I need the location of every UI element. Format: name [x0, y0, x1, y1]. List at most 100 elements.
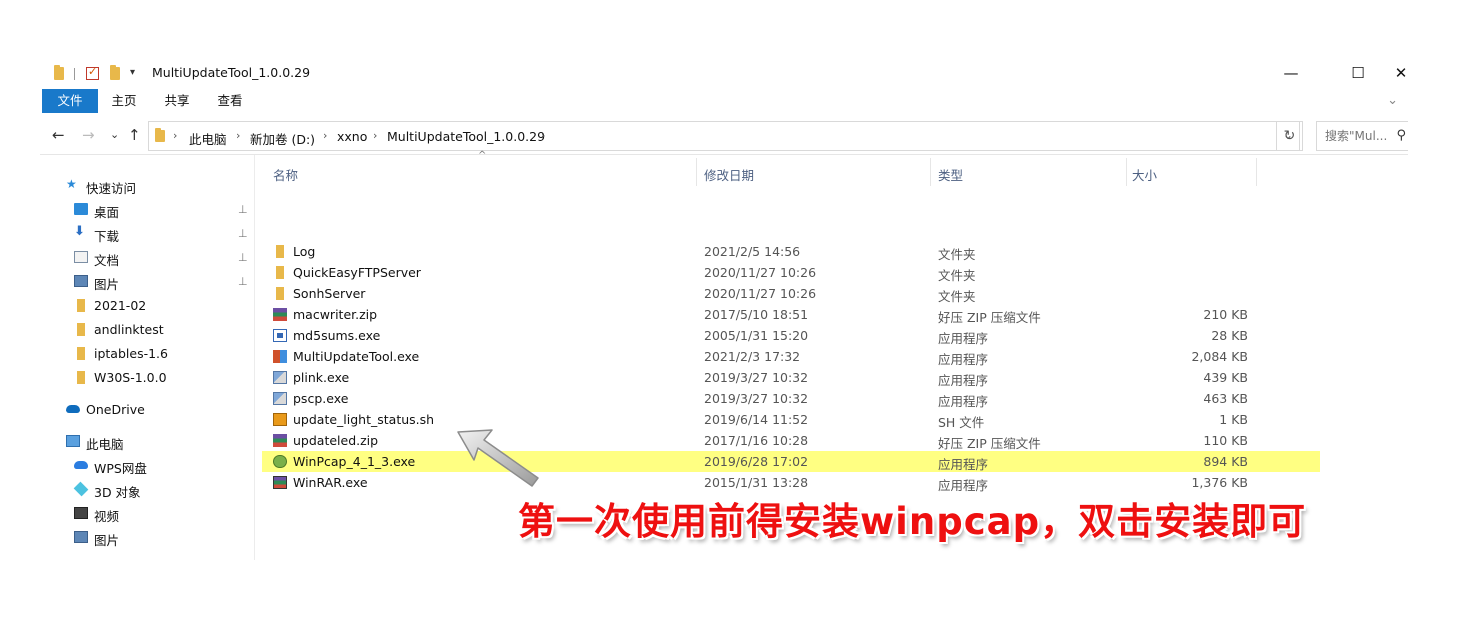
column-header-name[interactable]: 名称	[273, 165, 298, 184]
column-divider[interactable]	[1256, 158, 1257, 186]
pin-icon[interactable]: ⊥	[238, 227, 248, 240]
breadcrumb-separator[interactable]: ›	[173, 129, 177, 142]
3d-objects-icon	[73, 481, 89, 497]
file-row-plink-exe[interactable]: plink.exe 2019/3/27 10:32 应用程序 439 KB	[262, 367, 1320, 388]
desktop-icon	[74, 203, 88, 215]
breadcrumb-separator[interactable]: ›	[236, 129, 240, 142]
file-size: 28 KB	[1211, 328, 1248, 343]
search-input[interactable]	[1317, 122, 1397, 150]
file-row-winrar-exe[interactable]: WinRAR.exe 2015/1/31 13:28 应用程序 1,376 KB	[262, 472, 1320, 493]
application-icon	[273, 350, 287, 363]
breadcrumb-separator[interactable]: ›	[373, 129, 377, 142]
file-name: plink.exe	[293, 370, 350, 385]
title-bar: ▾ MultiUpdateTool_1.0.0.29 — ☐ ✕	[40, 58, 1408, 88]
file-type: 应用程序	[938, 373, 989, 388]
computer-icon	[66, 435, 80, 447]
breadcrumb-separator[interactable]: ›	[541, 129, 545, 142]
nav-label: 视频	[94, 509, 120, 524]
winpcap-icon	[273, 455, 287, 468]
file-date: 2020/11/27 10:26	[704, 265, 817, 280]
file-row-winpcap-exe[interactable]: WinPcap_4_1_3.exe 2019/6/28 17:02 应用程序 8…	[262, 451, 1320, 472]
tab-share[interactable]: 共享	[157, 89, 197, 113]
file-row-sonhserver[interactable]: SonhServer 2020/11/27 10:26 文件夹	[262, 283, 1320, 304]
refresh-button[interactable]: ↻	[1276, 121, 1303, 151]
tab-view[interactable]: 查看	[210, 89, 250, 113]
back-button[interactable]: ←	[52, 126, 65, 144]
file-type: 文件夹	[938, 268, 976, 283]
file-row-log[interactable]: Log 2021/2/5 14:56 文件夹	[262, 241, 1320, 262]
nav-downloads[interactable]: ⬇ 下载 ⊥	[74, 223, 254, 245]
file-row-multiupdatetool-exe[interactable]: MultiUpdateTool.exe 2021/2/3 17:32 应用程序 …	[262, 346, 1320, 367]
star-icon: ★	[66, 177, 77, 191]
folder-icon	[276, 287, 284, 300]
pin-icon[interactable]: ⊥	[238, 275, 248, 288]
picture-icon	[74, 531, 88, 543]
address-bar[interactable]: › 此电脑 › 新加卷 (D:) › xxno › MultiUpdateToo…	[148, 121, 1300, 151]
file-type: SH 文件	[938, 415, 985, 430]
folder-icon	[77, 323, 85, 336]
file-size: 2,084 KB	[1191, 349, 1248, 364]
tab-home[interactable]: 主页	[104, 89, 144, 113]
file-row-md5sums-exe[interactable]: md5sums.exe 2005/1/31 15:20 应用程序 28 KB	[262, 325, 1320, 346]
breadcrumb-current-folder[interactable]: MultiUpdateTool_1.0.0.29	[387, 129, 545, 144]
properties-icon[interactable]	[86, 65, 99, 80]
column-divider[interactable]	[930, 158, 931, 186]
folder-icon	[155, 128, 165, 142]
nav-label: 此电脑	[86, 437, 124, 452]
breadcrumb-xxno[interactable]: xxno	[337, 129, 367, 144]
expand-ribbon-icon[interactable]: ⌄	[1387, 93, 1398, 108]
pin-icon[interactable]: ⊥	[238, 203, 248, 216]
navigation-pane: ★ 快速访问 桌面 ⊥ ⬇ 下载 ⊥ 文档 ⊥ 图片 ⊥ 2021-02 and…	[40, 155, 255, 560]
recent-locations-button[interactable]: ⌄	[110, 128, 119, 141]
search-box[interactable]: ⚲	[1316, 121, 1408, 151]
divider	[74, 68, 75, 80]
file-row-updateled-zip[interactable]: updateled.zip 2017/1/16 10:28 好压 ZIP 压缩文…	[262, 430, 1320, 451]
nav-label: W30S-1.0.0	[94, 370, 167, 385]
file-size: 110 KB	[1203, 433, 1248, 448]
column-header-date[interactable]: 修改日期	[704, 165, 754, 184]
file-row-pscp-exe[interactable]: pscp.exe 2019/3/27 10:32 应用程序 463 KB	[262, 388, 1320, 409]
new-folder-icon[interactable]	[110, 65, 120, 80]
folder-icon	[77, 299, 85, 312]
file-name: WinRAR.exe	[293, 475, 368, 490]
file-type: 文件夹	[938, 247, 976, 262]
file-type: 好压 ZIP 压缩文件	[938, 310, 1041, 325]
column-divider[interactable]	[1126, 158, 1127, 186]
breadcrumb-drive-d[interactable]: 新加卷 (D:)	[250, 129, 315, 148]
minimize-button[interactable]: —	[1268, 58, 1314, 88]
file-date: 2005/1/31 15:20	[704, 328, 809, 343]
maximize-button[interactable]: ☐	[1335, 58, 1381, 88]
file-date: 2021/2/3 17:32	[704, 349, 801, 364]
quick-access-dropdown-icon[interactable]: ▾	[130, 67, 135, 78]
nav-label: 图片	[94, 533, 120, 548]
folder-icon	[77, 347, 85, 360]
file-date: 2017/5/10 18:51	[704, 307, 809, 322]
putty-icon	[273, 371, 287, 384]
file-row-update-light-status-sh[interactable]: update_light_status.sh 2019/6/14 11:52 S…	[262, 409, 1320, 430]
file-row-quickeasyftpserver[interactable]: QuickEasyFTPServer 2020/11/27 10:26 文件夹	[262, 262, 1320, 283]
file-name: pscp.exe	[293, 391, 349, 406]
search-icon[interactable]: ⚲	[1396, 128, 1406, 143]
forward-button[interactable]: →	[82, 126, 95, 144]
folder-icon	[54, 65, 64, 80]
annotation-text: 第一次使用前得安装winpcap，双击安装即可	[518, 500, 1307, 543]
file-row-macwriter-zip[interactable]: macwriter.zip 2017/5/10 18:51 好压 ZIP 压缩文…	[262, 304, 1320, 325]
close-button[interactable]: ✕	[1378, 58, 1408, 88]
picture-icon	[74, 275, 88, 287]
nav-pictures[interactable]: 图片 ⊥	[74, 271, 254, 293]
column-divider[interactable]	[696, 158, 697, 186]
nav-desktop[interactable]: 桌面 ⊥	[74, 199, 254, 221]
application-icon	[273, 329, 287, 342]
tab-file[interactable]: 文件	[42, 89, 98, 113]
column-header-type[interactable]: 类型	[938, 165, 963, 184]
folder-icon	[276, 266, 284, 279]
window-title: MultiUpdateTool_1.0.0.29	[152, 65, 311, 80]
column-header-size[interactable]: 大小	[1132, 165, 1157, 184]
file-date: 2019/3/27 10:32	[704, 370, 809, 385]
up-button[interactable]: ↑	[128, 126, 141, 144]
nav-documents[interactable]: 文档 ⊥	[74, 247, 254, 269]
breadcrumb-this-pc[interactable]: 此电脑	[189, 129, 227, 148]
pin-icon[interactable]: ⊥	[238, 251, 248, 264]
breadcrumb-separator[interactable]: ›	[323, 129, 327, 142]
file-name: md5sums.exe	[293, 328, 381, 343]
